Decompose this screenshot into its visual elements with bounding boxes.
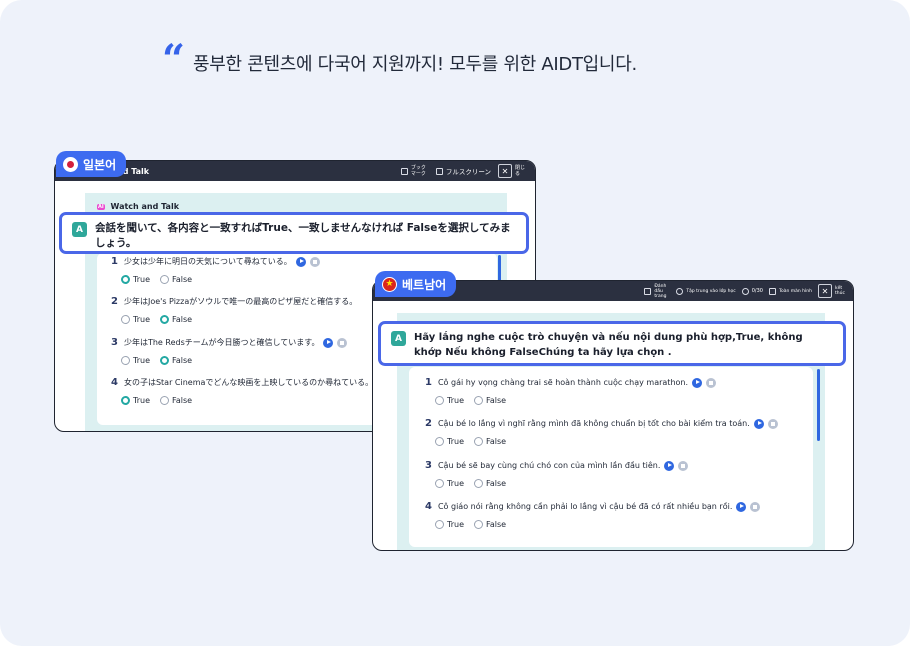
- close-icon: ✕: [818, 284, 832, 298]
- japan-flag-icon: [63, 156, 78, 172]
- page-background: “ 풍부한 콘텐츠에 다국어 지원까지! 모두를 위한 AIDT입니다. 일본어…: [0, 0, 910, 646]
- radio-unselected[interactable]: [121, 315, 130, 324]
- bookmark-icon: [400, 167, 408, 175]
- vietnamese-tag-label: 베트남어: [402, 277, 447, 292]
- japanese-language-tag: 일본어: [56, 151, 127, 177]
- instruction-text: 会話を聞いて、各内容と一致すればTrue、一致しませんなければ Falseを選択…: [95, 222, 511, 249]
- play-icon[interactable]: [736, 501, 747, 512]
- question-text: 少年はJoe's Pizzaがソウルで唯一の最高のピザ屋だと確信する。: [123, 297, 358, 306]
- headline-block: “ 풍부한 콘텐츠에 다국어 지원까지! 모두를 위한 AIDT입니다.: [162, 36, 637, 83]
- question-item: 1 Cô gái hy vọng chàng trai sẽ hoàn thàn…: [425, 377, 717, 405]
- stop-icon[interactable]: [706, 377, 717, 388]
- false-option[interactable]: False: [160, 275, 192, 284]
- false-option[interactable]: False: [160, 356, 192, 365]
- search-icon: [741, 287, 749, 295]
- radio-unselected[interactable]: [474, 479, 483, 488]
- vietnam-flag-icon: [382, 276, 397, 292]
- radio-unselected[interactable]: [435, 520, 444, 529]
- radio-unselected[interactable]: [121, 356, 130, 365]
- radio-unselected[interactable]: [474, 520, 483, 529]
- play-icon[interactable]: [323, 337, 334, 348]
- true-option[interactable]: True: [121, 315, 150, 324]
- fullscreen-icon: [768, 287, 776, 295]
- false-option[interactable]: False: [474, 437, 506, 446]
- false-option[interactable]: False: [160, 315, 192, 324]
- ai-badge: AI: [97, 203, 105, 210]
- fullscreen-button[interactable]: Toàn màn hình: [768, 287, 812, 295]
- stop-icon[interactable]: [678, 460, 689, 471]
- radio-selected[interactable]: [121, 396, 130, 405]
- true-option[interactable]: True: [435, 437, 464, 446]
- radio-unselected[interactable]: [435, 396, 444, 405]
- play-icon[interactable]: [692, 377, 703, 388]
- radio-unselected[interactable]: [474, 396, 483, 405]
- japanese-instruction-box: A 会話を聞いて、各内容と一致すればTrue、一致しませんなければ Falseを…: [59, 212, 529, 254]
- question-text: 女の子はStar Cinemaでどんな映画を上映しているのか尋ねている。: [123, 378, 374, 387]
- question-item: 1 少女は少年に明日の天気について尋ねている。 True False: [111, 256, 320, 284]
- close-button[interactable]: ✕ 閉じる: [498, 164, 527, 178]
- radio-selected[interactable]: [160, 356, 169, 365]
- question-item: 4 Cô giáo nói rằng không cần phải lo lắn…: [425, 501, 761, 529]
- false-option[interactable]: False: [474, 479, 506, 488]
- bookmark-button[interactable]: Đánh dấu trang: [644, 284, 670, 299]
- question-item: 2 少年はJoe's Pizzaがソウルで唯一の最高のピザ屋だと確信する。 Tr…: [111, 296, 358, 324]
- question-item: 4 女の子はStar Cinemaでどんな映画を上映しているのか尋ねている。 T…: [111, 377, 374, 405]
- play-icon[interactable]: [295, 256, 306, 267]
- question-text: 少年はThe Redsチームが今日勝つと確信しています。: [123, 338, 320, 347]
- answer-badge: A: [391, 331, 406, 346]
- radio-unselected[interactable]: [160, 396, 169, 405]
- false-option[interactable]: False: [474, 520, 506, 529]
- quote-icon: “: [162, 36, 185, 83]
- radio-selected[interactable]: [121, 275, 130, 284]
- headline-text: 풍부한 콘텐츠에 다국어 지원까지! 모두를 위한 AIDT입니다.: [193, 54, 637, 75]
- question-text: Cậu bé sẽ bay cùng chú chó con của mình …: [437, 461, 661, 470]
- true-option[interactable]: True: [121, 396, 150, 405]
- radio-unselected[interactable]: [160, 275, 169, 284]
- close-button[interactable]: ✕ kết thúc: [818, 284, 845, 298]
- question-text: Cô gái hy vọng chàng trai sẽ hoàn thành …: [437, 378, 689, 387]
- true-option[interactable]: True: [435, 396, 464, 405]
- section-title: AI Watch and Talk: [97, 202, 179, 211]
- japanese-tag-label: 일본어: [83, 157, 117, 172]
- radio-unselected[interactable]: [435, 437, 444, 446]
- bookmark-button[interactable]: ブックマーク: [400, 165, 429, 177]
- focus-button[interactable]: Tập trung vào lớp học: [676, 287, 736, 295]
- vietnamese-toolbar: Đánh dấu trang Tập trung vào lớp học 0/3…: [644, 281, 845, 301]
- question-text: 少女は少年に明日の天気について尋ねている。: [123, 257, 292, 266]
- vietnamese-instruction-box: A Hãy lắng nghe cuộc trò chuyện và nếu n…: [378, 321, 846, 366]
- search-counter[interactable]: 0/30: [741, 287, 763, 295]
- play-icon[interactable]: [753, 418, 764, 429]
- instruction-text: Hãy lắng nghe cuộc trò chuyện và nếu nội…: [414, 332, 803, 358]
- stop-icon[interactable]: [309, 256, 320, 267]
- stop-icon[interactable]: [750, 501, 761, 512]
- true-option[interactable]: True: [435, 520, 464, 529]
- question-text: Cậu bé lo lắng vì nghĩ rằng mình đã khôn…: [437, 419, 750, 428]
- lightbulb-icon: [676, 287, 684, 295]
- question-item: 2 Cậu bé lo lắng vì nghĩ rằng mình đã kh…: [425, 418, 778, 446]
- answer-badge: A: [72, 222, 87, 237]
- fullscreen-button[interactable]: フルスクリーン: [435, 166, 491, 176]
- false-option[interactable]: False: [160, 396, 192, 405]
- close-icon: ✕: [498, 164, 512, 178]
- radio-selected[interactable]: [160, 315, 169, 324]
- question-item: 3 Cậu bé sẽ bay cùng chú chó con của mìn…: [425, 460, 689, 488]
- japanese-toolbar: ブックマーク フルスクリーン ✕ 閉じる: [400, 161, 527, 181]
- true-option[interactable]: True: [121, 356, 150, 365]
- question-text: Cô giáo nói rằng không cần phải lo lắng …: [437, 502, 733, 511]
- fullscreen-icon: [435, 167, 443, 175]
- vietnamese-language-tag: 베트남어: [375, 271, 457, 297]
- japanese-titlebar: nd Talk ブックマーク フルスクリーン ✕ 閉じる: [55, 161, 535, 181]
- false-option[interactable]: False: [474, 396, 506, 405]
- true-option[interactable]: True: [121, 275, 150, 284]
- stop-icon[interactable]: [337, 337, 348, 348]
- section-title-text: Watch and Talk: [110, 202, 180, 211]
- vietnamese-scrollbar[interactable]: [817, 369, 820, 441]
- question-item: 3 少年はThe Redsチームが今日勝つと確信しています。 True Fals…: [111, 337, 348, 365]
- radio-unselected[interactable]: [435, 479, 444, 488]
- play-icon[interactable]: [664, 460, 675, 471]
- bookmark-icon: [644, 287, 652, 295]
- radio-unselected[interactable]: [474, 437, 483, 446]
- stop-icon[interactable]: [767, 418, 778, 429]
- true-option[interactable]: True: [435, 479, 464, 488]
